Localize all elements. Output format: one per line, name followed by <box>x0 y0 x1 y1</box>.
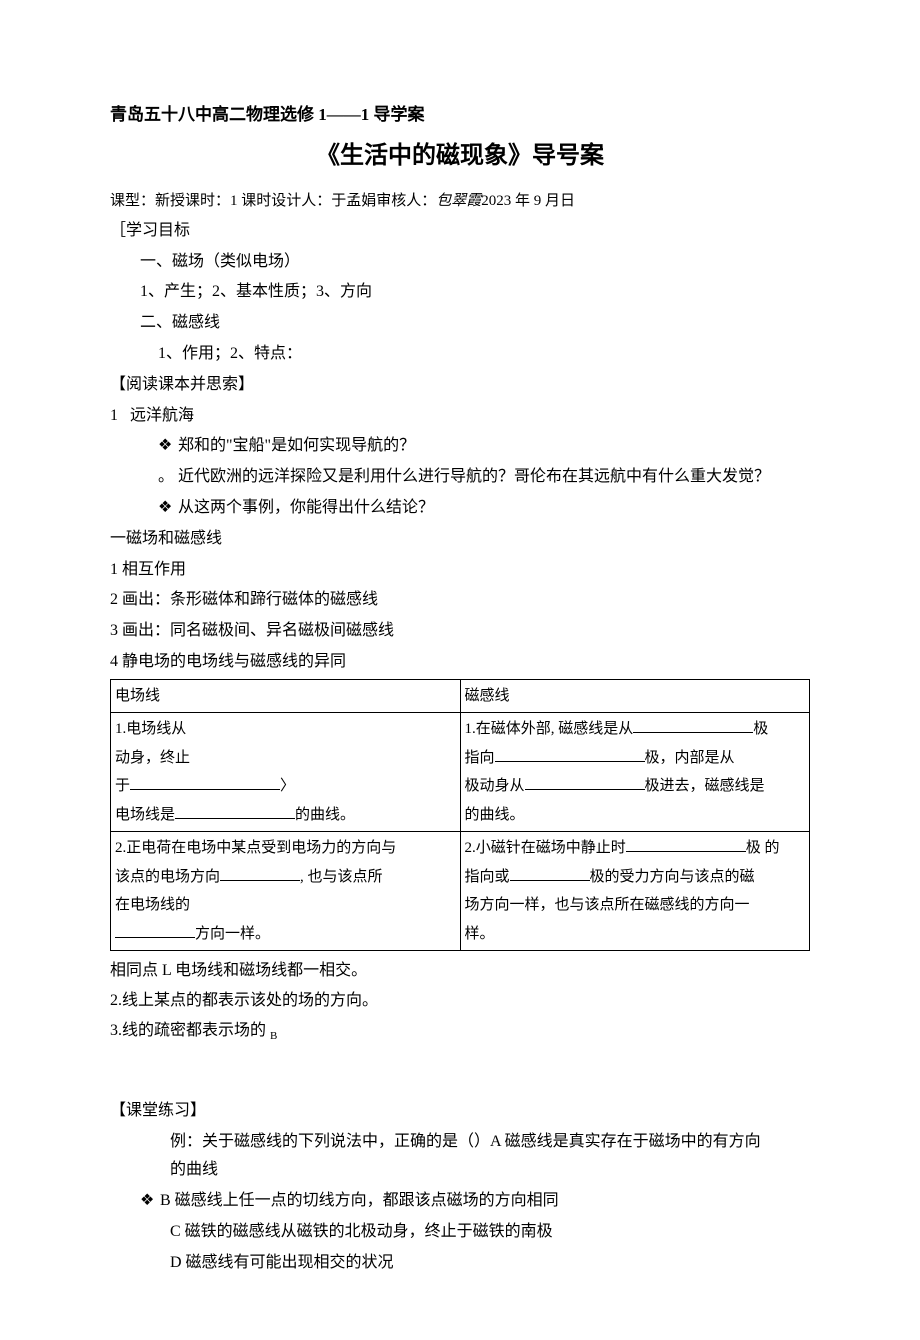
section-1-1: 1 相互作用 <box>110 556 810 585</box>
table-row: 2.正电荷在电场中某点受到电场力的方向与 该点的电场方向 , 也与该点所 在电场线… <box>111 832 810 951</box>
objective-1: 一、磁场（类似电场） <box>110 248 810 277</box>
text: 极，内部是从 <box>645 750 735 766</box>
text: 2.正电荷在电场中某点受到电场力的方向与 <box>115 840 396 856</box>
table-header-right: 磁感线 <box>460 679 810 713</box>
text: 极 的 <box>746 840 780 856</box>
text: 极进去，磁感线是 <box>645 778 765 794</box>
q1-c-text: 从这两个事例，你能得出什么结论？ <box>178 499 434 516</box>
text: 1.在磁体外部, 磁感线是从 <box>465 721 634 737</box>
exercise-option-b: B 磁感线上任一点的切线方向，都跟该点磁场的方向相同 <box>110 1187 810 1216</box>
q1-b-text: 近代欧洲的远洋探险又是利用什么进行导航的？哥伦布在其远航中有什么重大发觉？ <box>178 468 770 485</box>
section-1-2: 2 画出：条形磁体和蹄行磁体的磁感线 <box>110 586 810 615</box>
blank <box>495 746 645 762</box>
question-number: 1 <box>110 407 118 424</box>
exercise-section: 【课堂练习】 例：关于磁感线的下列说法中，正确的是（）A 磁感线是真实存在于磁场… <box>110 1097 810 1278</box>
meta-checker: 包翠霞 <box>436 193 481 209</box>
table-row: 电场线 磁感线 <box>111 679 810 713</box>
section-1-4: 4 静电场的电场线与磁感线的异同 <box>110 648 810 677</box>
text: 1.电场线从 <box>115 721 186 737</box>
exercise-label: 【课堂练习】 <box>110 1097 810 1126</box>
blank <box>115 922 195 938</box>
text: , 也与该点所 <box>300 869 383 885</box>
blank <box>633 717 753 733</box>
text: 指向 <box>465 750 495 766</box>
question-1: 1 远洋航海 <box>110 402 810 431</box>
cell-r2c1: 2.正电荷在电场中某点受到电场力的方向与 该点的电场方向 , 也与该点所 在电场线… <box>111 832 461 951</box>
objectives-label: ［学习目标 <box>110 217 810 246</box>
text: 的曲线。 <box>465 807 525 823</box>
exercise-option-c: C 磁铁的磁感线从磁铁的北极动身，终止于磁铁的南极 <box>110 1218 810 1247</box>
question-title: 远洋航海 <box>130 407 194 424</box>
read-think-label: 【阅读课本并思索】 <box>110 371 810 400</box>
objective-2-items: 1、作用；2、特点： <box>110 340 810 369</box>
blank <box>510 865 590 881</box>
text: 动身，终止 <box>115 750 190 766</box>
text: 在电场线的 <box>115 897 190 913</box>
q1-item-a: 郑和的"宝船"是如何实现导航的？ <box>110 432 810 461</box>
text: 方向一样。 <box>195 926 270 942</box>
text: 的曲线。 <box>295 807 355 823</box>
q1-item-c: 从这两个事例，你能得出什么结论？ <box>110 494 810 523</box>
objective-1-items: 1、产生；2、基本性质；3、方向 <box>110 278 810 307</box>
exercise-stem: 例：关于磁感线的下列说法中，正确的是（）A 磁感线是真实存在于磁场中的有方向 的… <box>110 1128 810 1186</box>
table-header-left: 电场线 <box>111 679 461 713</box>
blank <box>220 865 300 881</box>
common-points: 相同点 L 电场线和磁场线都一相交。 2.线上某点的都表示该处的场的方向。 3.… <box>110 957 810 1047</box>
meta-line: 课型：新授课时：1 课时设计人：于孟娟审核人：包翠霞2023 年 9 月日 <box>110 188 810 215</box>
common-3: 3.线的疏密都表示场的 B <box>110 1017 810 1047</box>
comparison-table: 电场线 磁感线 1.电场线从 动身，终止 于〉 电场线是的曲线。 1.在磁体外部… <box>110 679 810 952</box>
text: 电场线是 <box>115 807 175 823</box>
text: 样。 <box>465 926 495 942</box>
text: 场方向一样，也与该点所在磁感线的方向一 <box>465 897 750 913</box>
section-1-title: 一磁场和磁感线 <box>110 525 810 554</box>
section-1-3: 3 画出：同名磁极间、异名磁极间磁感线 <box>110 617 810 646</box>
table-row: 1.电场线从 动身，终止 于〉 电场线是的曲线。 1.在磁体外部, 磁感线是从极… <box>111 713 810 832</box>
blank <box>525 774 645 790</box>
exercise-option-d: D 磁感线有可能出现相交的状况 <box>110 1249 810 1278</box>
text: 极动身从 <box>465 778 525 794</box>
text: B 磁感线上任一点的切线方向，都跟该点磁场的方向相同 <box>160 1192 559 1209</box>
text: 的曲线 <box>170 1161 218 1178</box>
text: 2.小磁针在磁场中静止时 <box>465 840 626 856</box>
text: 例：关于磁感线的下列说法中，正确的是（）A 磁感线是真实存在于磁场中的有方向 <box>170 1133 761 1150</box>
common-1: 相同点 L 电场线和磁场线都一相交。 <box>110 957 810 986</box>
document-header: 青岛五十八中高二物理选修 1——1 导学案 <box>110 100 810 131</box>
cell-r2c2: 2.小磁针在磁场中静止时 极 的 指向或 极的受力方向与该点的磁 场方向一样，也与该… <box>460 832 810 951</box>
q1-item-b: 近代欧洲的远洋探险又是利用什么进行导航的？哥伦布在其远航中有什么重大发觉？ <box>110 463 810 492</box>
blank <box>130 774 280 790</box>
common-2: 2.线上某点的都表示该处的场的方向。 <box>110 987 810 1016</box>
text: 极的受力方向与该点的磁 <box>590 869 755 885</box>
meta-date: 2023 年 9 月日 <box>481 193 575 209</box>
document-title: 《生活中的磁现象》导号案 <box>110 135 810 178</box>
text: 该点的电场方向 <box>115 869 220 885</box>
objective-2: 二、磁感线 <box>110 309 810 338</box>
q1-a-text: 郑和的"宝船"是如何实现导航的？ <box>178 437 415 454</box>
blank <box>626 836 746 852</box>
text: 3.线的疏密都表示场的 <box>110 1022 270 1039</box>
subscript: B <box>270 1030 277 1042</box>
meta-prefix: 课型：新授课时：1 课时设计人：于孟娟审核人： <box>110 193 436 209</box>
text: 极 <box>753 721 768 737</box>
blank <box>175 803 295 819</box>
text: 于 <box>115 778 130 794</box>
cell-r1c2: 1.在磁体外部, 磁感线是从 极 指向 极，内部是从 极动身从 极进去，磁感线是 的曲… <box>460 713 810 832</box>
text: 指向或 <box>465 869 510 885</box>
cell-r1c1: 1.电场线从 动身，终止 于〉 电场线是的曲线。 <box>111 713 461 832</box>
